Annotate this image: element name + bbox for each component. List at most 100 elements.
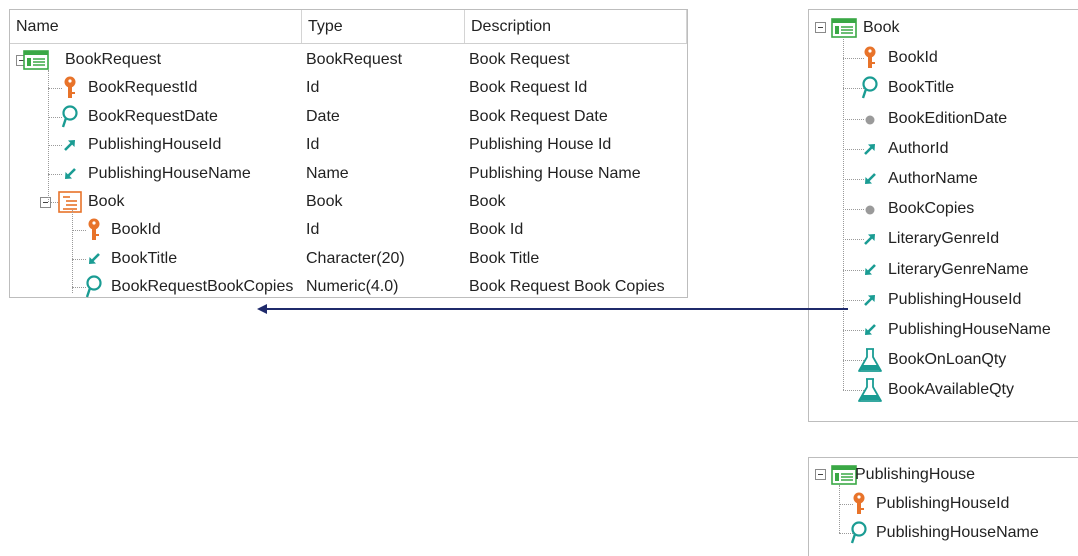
description-attribute-icon bbox=[61, 105, 79, 134]
table-row[interactable]: BookTitle Character(20) Book Title bbox=[10, 245, 687, 273]
table-row[interactable]: PublishingHouseId Id Publishing House Id bbox=[10, 131, 687, 159]
tree-connector bbox=[843, 209, 864, 211]
primary-key-icon bbox=[63, 76, 77, 105]
table-row[interactable]: BookRequest BookRequest Book Request bbox=[10, 46, 687, 74]
tree-connector bbox=[48, 88, 62, 90]
column-header-description[interactable]: Description bbox=[465, 10, 687, 43]
inferred-attribute-icon bbox=[63, 167, 77, 186]
tree-item[interactable]: BookTitle bbox=[809, 73, 1078, 103]
tree-connector bbox=[843, 269, 864, 271]
cell-description: Book bbox=[469, 193, 506, 210]
cell-name: Book bbox=[88, 193, 125, 210]
cell-name: BookTitle bbox=[111, 249, 178, 267]
inferred-attribute-icon bbox=[87, 252, 101, 271]
formula-flask-icon bbox=[857, 377, 883, 408]
arrow-head-icon bbox=[257, 304, 267, 314]
cell-type: Id bbox=[306, 136, 320, 154]
tree-item-label: BookAvailableQty bbox=[888, 381, 1014, 399]
tree-item-label: BookCopies bbox=[888, 200, 975, 218]
transaction-structure-grid: Name Type Description BookRequest BookReq… bbox=[9, 9, 688, 298]
cell-name: BookRequestBookCopies bbox=[111, 278, 294, 296]
tree-item[interactable]: LiteraryGenreName bbox=[809, 255, 1078, 285]
description-attribute-icon bbox=[861, 76, 879, 105]
collapse-toggle-icon[interactable] bbox=[40, 197, 51, 208]
tree-item[interactable]: BookAvailableQty bbox=[809, 375, 1078, 405]
table-row[interactable]: BookRequestDate Date Book Request Date bbox=[10, 103, 687, 131]
cell-type: Date bbox=[306, 107, 340, 125]
collapse-toggle-icon[interactable] bbox=[815, 22, 826, 34]
formula-flask-icon bbox=[857, 347, 883, 378]
tree-item-label: AuthorName bbox=[888, 170, 978, 187]
tree-item-label: PublishingHouseName bbox=[876, 524, 1039, 541]
tree-item[interactable]: BookId bbox=[809, 43, 1078, 73]
cell-name: BookRequestDate bbox=[88, 107, 218, 125]
attribute-dot-icon bbox=[864, 203, 876, 221]
cell-name: BookId bbox=[111, 221, 161, 239]
primary-key-icon bbox=[87, 218, 101, 247]
tree-item-label: BookTitle bbox=[888, 79, 955, 97]
column-header-type[interactable]: Type bbox=[302, 10, 465, 43]
tree-item-label: LiteraryGenreName bbox=[888, 260, 1029, 278]
transaction-icon bbox=[23, 50, 49, 75]
cell-description: Publishing House Name bbox=[469, 164, 641, 182]
description-attribute-icon bbox=[850, 520, 868, 550]
tree-item-label: BookId bbox=[888, 49, 938, 67]
cell-type: Id bbox=[306, 79, 320, 97]
description-attribute-icon bbox=[85, 275, 103, 304]
cell-description: Book Request Book Copies bbox=[469, 278, 665, 296]
grid-header: Name Type Description bbox=[10, 10, 687, 44]
cell-name: BookRequestId bbox=[88, 79, 198, 97]
tree-connector bbox=[48, 145, 62, 147]
tree-connector bbox=[839, 503, 853, 505]
tree-item[interactable]: PublishingHouseId bbox=[809, 285, 1078, 315]
tree-root[interactable]: Book bbox=[809, 13, 1078, 43]
tree-connector bbox=[843, 58, 864, 60]
cell-name: PublishingHouseId bbox=[88, 136, 222, 154]
inferred-attribute-icon bbox=[863, 323, 877, 342]
table-row[interactable]: BookRequestBookCopies Numeric(4.0) Book Re… bbox=[10, 273, 687, 301]
tree-item-label: LiteraryGenreId bbox=[888, 230, 1000, 248]
tree-connector bbox=[843, 299, 864, 301]
level-icon bbox=[58, 191, 82, 218]
foreign-key-icon bbox=[863, 142, 877, 161]
tree-item-label: PublishingHouseId bbox=[876, 495, 1010, 512]
tree-item[interactable]: BookOnLoanQty bbox=[809, 345, 1078, 375]
tree-connector bbox=[839, 485, 840, 533]
inferred-attribute-icon bbox=[863, 172, 877, 191]
table-row[interactable]: Book Book Book bbox=[10, 188, 687, 216]
tree-item-label: BookEditionDate bbox=[888, 109, 1008, 127]
column-header-name[interactable]: Name bbox=[10, 10, 302, 43]
tree-item[interactable]: PublishingHouseName bbox=[809, 315, 1078, 345]
tree-item-label: BookOnLoanQty bbox=[888, 351, 1007, 369]
cell-type: Book bbox=[306, 193, 343, 210]
tree-item[interactable]: PublishingHouseId bbox=[809, 489, 1078, 518]
tree-item[interactable]: AuthorId bbox=[809, 134, 1078, 164]
tree-item[interactable]: PublishingHouseName bbox=[809, 518, 1078, 547]
table-row[interactable]: PublishingHouseName Name Publishing House … bbox=[10, 160, 687, 188]
inferred-attribute-icon bbox=[863, 263, 877, 282]
book-transaction-tree: Book BookId BookTitle BookEditionDate Author… bbox=[808, 9, 1078, 422]
tree-item[interactable]: BookEditionDate bbox=[809, 104, 1078, 134]
tree-connector bbox=[48, 116, 62, 118]
collapse-toggle-icon[interactable] bbox=[815, 468, 826, 480]
tree-item-label: PublishingHouseName bbox=[888, 321, 1051, 338]
tree-item[interactable]: LiteraryGenreId bbox=[809, 224, 1078, 254]
cell-description: Book Request bbox=[469, 51, 570, 68]
table-row[interactable]: BookId Id Book Id bbox=[10, 216, 687, 244]
table-row[interactable]: BookRequestId Id Book Request Id bbox=[10, 74, 687, 102]
tree-root[interactable]: PublishingHouse bbox=[809, 460, 1078, 489]
tree-item-label: AuthorId bbox=[888, 139, 949, 157]
tree-connector bbox=[843, 239, 864, 241]
cell-description: Book Request Date bbox=[469, 107, 608, 125]
cell-name: PublishingHouseName bbox=[88, 164, 251, 182]
tree-item[interactable]: BookCopies bbox=[809, 194, 1078, 224]
cell-type: Numeric(4.0) bbox=[306, 278, 399, 296]
tree-connector bbox=[72, 287, 86, 289]
tree-item[interactable]: AuthorName bbox=[809, 164, 1078, 194]
cell-description: Publishing House Id bbox=[469, 136, 612, 154]
tree-connector bbox=[843, 118, 864, 120]
publishing-house-transaction-tree: PublishingHouse PublishingHouseId Publishi… bbox=[808, 457, 1078, 556]
cell-description: Book Id bbox=[469, 221, 524, 239]
tree-connector bbox=[843, 39, 844, 391]
cell-type: Name bbox=[306, 164, 349, 182]
